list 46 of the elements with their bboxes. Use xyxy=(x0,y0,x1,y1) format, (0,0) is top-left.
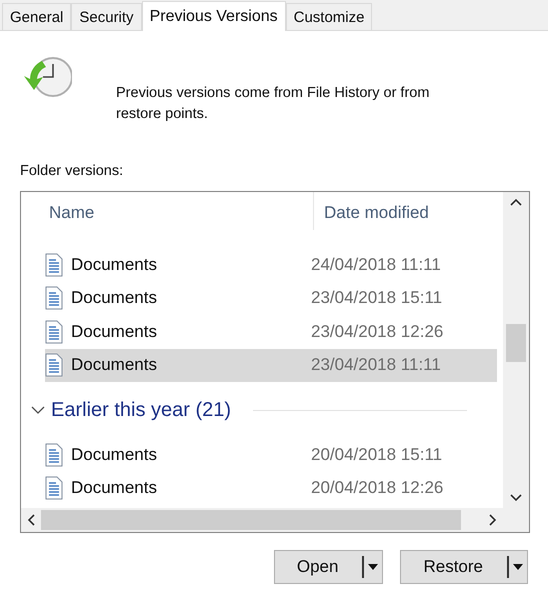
document-icon xyxy=(45,353,63,378)
file-row[interactable]: Documents 20/04/2018 15:11 xyxy=(45,438,497,472)
file-date: 24/04/2018 11:11 xyxy=(311,254,441,275)
file-row[interactable]: Documents 23/04/2018 12:26 xyxy=(45,315,497,348)
scroll-up-icon[interactable] xyxy=(510,198,522,206)
dropdown-arrow-icon xyxy=(368,564,378,570)
document-icon xyxy=(45,442,63,467)
horizontal-scrollbar[interactable] xyxy=(21,508,503,532)
tab[interactable]: General xyxy=(2,3,72,30)
scroll-down-icon[interactable] xyxy=(510,494,522,502)
file-name: Documents xyxy=(71,322,158,342)
scroll-right-icon[interactable] xyxy=(489,514,497,526)
tab[interactable]: Security xyxy=(71,3,142,30)
info-text: Previous versions come from File History or from restore points. xyxy=(116,84,430,124)
vertical-scrollbar[interactable] xyxy=(503,192,529,508)
chevron-down-icon[interactable] xyxy=(31,405,45,415)
file-name: Documents xyxy=(71,478,158,498)
document-icon xyxy=(45,252,63,277)
file-date: 20/04/2018 12:26 xyxy=(311,478,444,498)
document-icon xyxy=(45,320,63,344)
file-date: 20/04/2018 15:11 xyxy=(311,444,442,465)
file-date: 23/04/2018 11:11 xyxy=(311,355,441,376)
scroll-left-icon[interactable] xyxy=(27,514,35,526)
scroll-thumb[interactable] xyxy=(506,324,526,362)
column-header[interactable]: Date modified xyxy=(324,203,429,223)
group-header: Earlier this year (21) xyxy=(51,398,232,422)
file-row[interactable]: Documents 23/04/2018 15:11 xyxy=(45,282,497,315)
file-row[interactable]: Documents 23/04/2018 11:11 xyxy=(45,348,497,382)
split-button[interactable]: Restore xyxy=(400,550,528,584)
file-name: Documents xyxy=(71,288,158,308)
split-button[interactable]: Open xyxy=(274,550,384,584)
tab[interactable]: Customize xyxy=(286,3,372,30)
document-icon xyxy=(45,476,63,500)
file-row[interactable]: Documents 20/04/2018 12:26 xyxy=(45,472,497,505)
scroll-thumb[interactable] xyxy=(41,510,461,530)
file-date: 23/04/2018 15:11 xyxy=(311,288,442,308)
dropdown-arrow-icon xyxy=(513,564,523,570)
file-name: Documents xyxy=(71,254,158,275)
column-header[interactable]: Name xyxy=(21,203,313,223)
file-name: Documents xyxy=(71,444,158,465)
file-row[interactable]: Documents 24/04/2018 11:11 xyxy=(45,248,497,282)
file-date: 23/04/2018 12:26 xyxy=(311,322,444,342)
tab[interactable]: Previous Versions xyxy=(142,1,286,31)
document-icon xyxy=(45,286,63,310)
file-name: Documents xyxy=(71,355,158,376)
list-label: Folder versions: xyxy=(20,163,124,179)
